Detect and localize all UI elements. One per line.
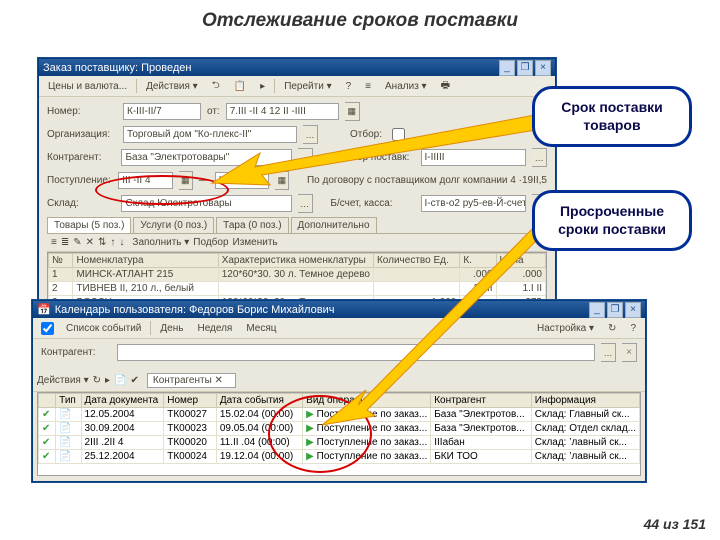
week-button[interactable]: Неделя [192,321,237,336]
filter-chip[interactable]: Контрагенты ✕ [147,373,236,388]
tb-icon[interactable]: ✎ [73,237,81,248]
status-icon: ✔ [42,423,50,434]
contragent-label: Контрагент: [41,347,111,358]
help-icon[interactable]: ? [341,79,357,94]
contragent-label: Контрагент: [47,152,115,163]
titlebar[interactable]: Заказ поставщику: Проведен _ ❐ × [39,59,555,76]
maximize-button[interactable]: ❐ [517,60,533,76]
tb-icon[interactable]: ↻ [93,375,101,386]
back-icon[interactable]: ⮌ [207,76,225,97]
callout-supply-date: Срок поставки товаров [532,86,692,147]
number-label: Номер: [47,106,117,117]
event-list-button[interactable]: Список событий [61,321,146,336]
prices-button[interactable]: Цены и валюта... [43,79,132,94]
pick-button[interactable]: Подбор [193,237,228,248]
current-page: 44 [644,516,660,532]
fill-menu[interactable]: Заполнить ▾ [132,237,189,248]
annotation-ellipse [95,175,229,205]
sklad-label: Склад: [47,198,115,209]
doc-icon: 📄 [59,423,71,434]
event-list-checkbox[interactable] [41,322,54,335]
tb-icon[interactable]: ✕ [86,237,94,248]
tb-icon[interactable]: ▸ [105,375,110,386]
actions-menu[interactable]: Действия ▾ [37,375,89,386]
number-field[interactable]: К-III-II/7 [123,103,201,120]
close-button[interactable]: × [535,60,551,76]
tab-services[interactable]: Услуги (0 поз.) [133,217,214,233]
close-button[interactable]: × [625,302,641,318]
minimize-button[interactable]: _ [499,60,515,76]
actions-menu[interactable]: Действия ▾ [141,79,203,94]
col-docdate[interactable]: Дата документа [81,394,164,408]
status-icon: ✔ [42,409,50,420]
help-icon[interactable]: ? [625,321,641,336]
select-button[interactable]: … [298,194,313,213]
page-title: Отслеживание сроков поставки [0,0,720,38]
tb-icon[interactable]: ⇅ [98,237,106,248]
tb-icon[interactable]: 📄 [114,375,126,386]
print-icon[interactable]: 🖶 [436,76,455,97]
select-button[interactable]: … [601,343,616,362]
change-button[interactable]: Изменить [233,237,278,248]
callout-overdue: Просроченные сроки поставки [532,190,692,251]
refresh-icon[interactable]: ↻ [603,321,621,336]
toolbar: Цены и валюта... Действия ▾ ⮌ 📋 ▸ Перейт… [39,76,555,97]
status-icon: ✔ [42,451,50,462]
doc-icon: 📄 [59,437,71,448]
analysis-menu[interactable]: Анализ ▾ [380,79,432,94]
tb-icon[interactable]: ✔ [131,375,139,386]
maximize-button[interactable]: ❐ [607,302,623,318]
tab-goods[interactable]: Товары (5 поз.) [47,217,131,233]
col-number[interactable]: Номер [164,394,217,408]
doc-icon: 📄 [59,451,71,462]
col-num[interactable]: № [49,254,73,268]
minimize-button[interactable]: _ [589,302,605,318]
month-button[interactable]: Месяц [241,321,281,336]
page-footer: 44 из 151 [644,516,706,532]
tab-package[interactable]: Тара (0 поз.) [216,217,288,233]
day-button[interactable]: День [155,321,188,336]
col-name[interactable]: Номенклатура [73,254,218,268]
org-label: Организация: [47,129,117,140]
post-icon[interactable]: ▸ [255,79,270,94]
bank-label: Б/счет, касса: [330,198,414,209]
copy-icon[interactable]: 📋 [229,79,251,94]
arrow [210,105,540,195]
col-type[interactable]: Тип [56,394,81,408]
doc-icon: 📄 [59,409,71,420]
total-pages: 151 [683,516,706,532]
status-icon: ✔ [42,437,50,448]
tb-icon[interactable]: ≣ [61,237,69,248]
arrow [320,210,550,430]
tree-icon[interactable]: ≡ [360,79,376,94]
tb-icon[interactable]: ↓ [119,237,124,248]
calendar-icon: 📅 [37,303,51,316]
tb-icon[interactable]: ≡ [51,237,57,248]
tb-icon[interactable]: ↑ [110,237,115,248]
clear-icon[interactable]: × [622,343,637,362]
go-menu[interactable]: Перейти ▾ [279,79,336,94]
col-blank[interactable] [39,394,56,408]
window-title: Заказ поставщику: Проведен [43,62,497,74]
